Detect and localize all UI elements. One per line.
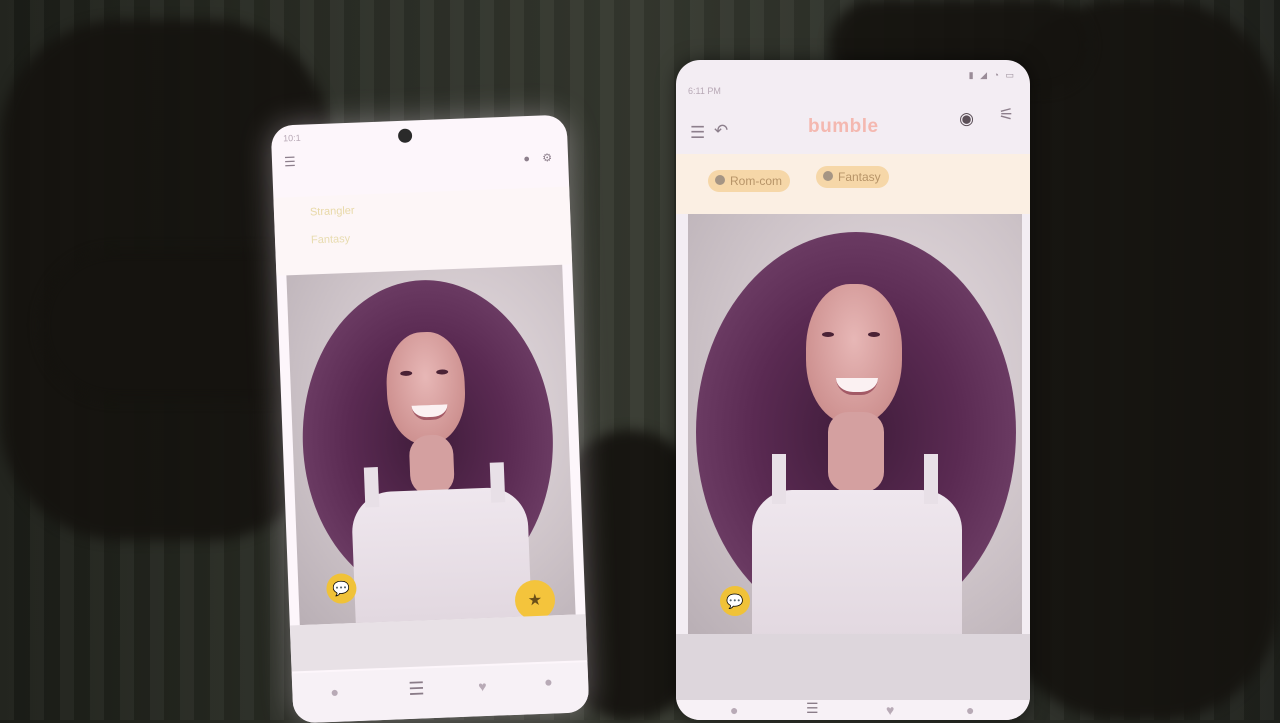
face xyxy=(384,330,467,446)
menu-icon[interactable]: ☰ xyxy=(284,154,296,169)
swipe-icon[interactable]: ☰ xyxy=(806,700,819,717)
chat-icon[interactable]: 💬 xyxy=(720,586,750,616)
left-eye xyxy=(822,332,834,337)
right-strap xyxy=(924,454,938,504)
heart-icon[interactable]: ♥ xyxy=(886,702,894,718)
left-status-time: 10:1 xyxy=(282,132,301,144)
menu-icon[interactable]: ☰ xyxy=(690,124,705,141)
undo-icon[interactable]: ↶ xyxy=(714,122,728,139)
left-tag-2[interactable]: Fantasy xyxy=(311,233,351,246)
left-tag-1[interactable]: Strangler xyxy=(310,205,355,219)
profile-icon[interactable]: ● xyxy=(330,684,339,700)
neck xyxy=(408,434,455,496)
filter-icon[interactable]: ⚙ xyxy=(542,152,552,164)
right-strap xyxy=(489,462,506,503)
left-phone: 10:1 ☰ ● ⚙ Strangler Fantasy 💬 ★ ● ☰ ♥ ● xyxy=(270,114,590,723)
tag-fantasy-icon xyxy=(823,171,833,181)
right-tags-row: Rom-com Fantasy xyxy=(676,154,1030,214)
right-eye xyxy=(868,332,880,337)
right-status-time: 6:11 PM xyxy=(688,86,721,96)
tag-rom-com-label: Rom-com xyxy=(730,174,783,188)
white-top xyxy=(752,490,962,634)
swipe-icon[interactable]: ☰ xyxy=(408,678,425,700)
tag-rom-com-icon xyxy=(715,175,725,185)
face xyxy=(806,284,902,424)
heart-icon[interactable]: ♥ xyxy=(478,678,487,694)
bumble-logo: bumble xyxy=(808,116,879,137)
filter-icon[interactable]: ⚟ xyxy=(999,106,1014,123)
tag-fantasy[interactable]: Fantasy xyxy=(816,166,889,188)
profile-icon[interactable]: ● xyxy=(730,702,738,718)
left-strap xyxy=(363,467,380,508)
left-profile-photo[interactable] xyxy=(286,264,576,626)
left-strap xyxy=(772,454,786,504)
chat-nav-icon[interactable]: ● xyxy=(966,702,974,718)
neck xyxy=(828,412,884,492)
tag-rom-com[interactable]: Rom-com xyxy=(708,170,791,192)
left-tags-row: Strangler Fantasy xyxy=(273,186,573,276)
chat-nav-icon[interactable]: ● xyxy=(544,673,553,689)
incognito-icon[interactable]: ● xyxy=(523,153,530,165)
tag-fantasy-label: Fantasy xyxy=(838,170,881,184)
right-profile-photo[interactable] xyxy=(688,214,1022,634)
left-camera-notch xyxy=(397,128,413,144)
right-status-icons: ▮ ◢ ◔ ▭ xyxy=(968,70,1016,80)
right-phone: 6:11 PM ▮ ◢ ◔ ▭ ☰ ↶ bumble ◉ ⚟ Rom-com F… xyxy=(676,60,1030,720)
right-hand xyxy=(1000,0,1280,720)
right-next-card-strip xyxy=(676,634,1030,700)
right-bottom-nav: ● ☰ ♥ ● xyxy=(676,700,1030,720)
incognito-icon[interactable]: ◉ xyxy=(959,110,974,127)
